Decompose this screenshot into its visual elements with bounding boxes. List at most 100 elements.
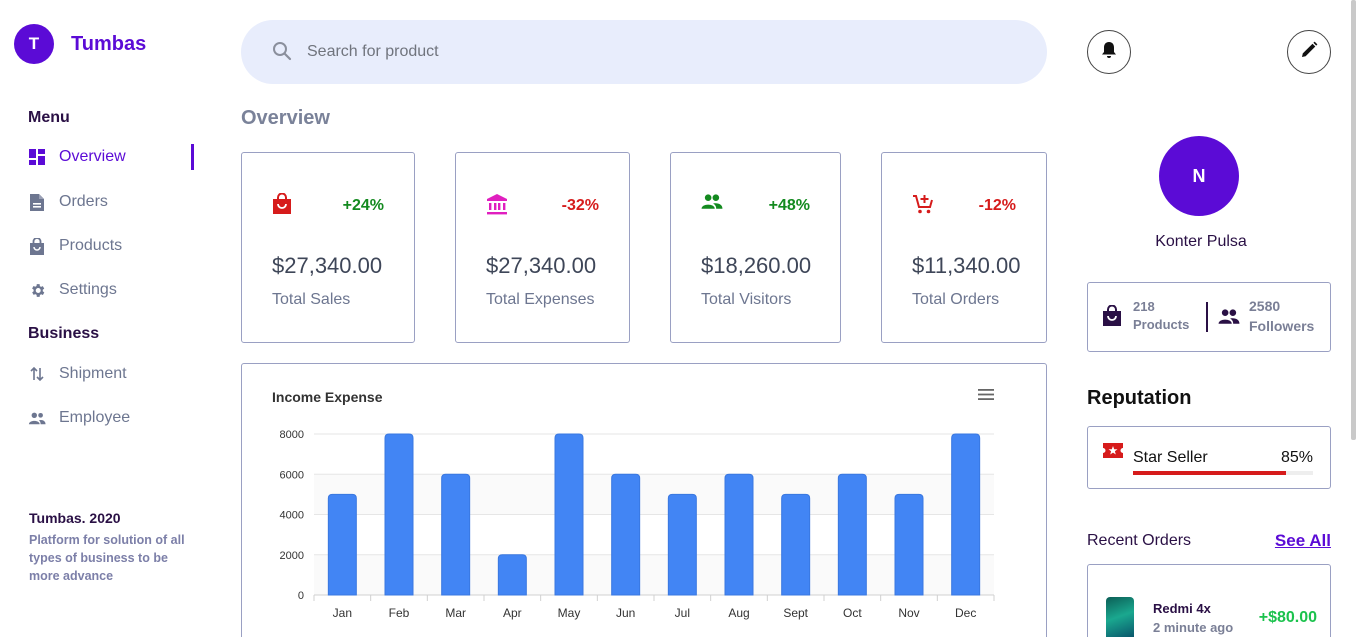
reputation-progress-bar: [1133, 471, 1313, 475]
bar-nov: [894, 493, 924, 596]
x-tick-label: Dec: [955, 606, 976, 620]
order-price: +$80.00: [1258, 609, 1317, 626]
sidebar-item-label: Employee: [59, 409, 131, 426]
followers-count: 2580: [1249, 298, 1281, 314]
y-tick-label: 0: [298, 590, 304, 602]
x-tick-label: May: [558, 606, 581, 620]
bar-jun: [611, 473, 641, 596]
people-icon: [701, 193, 725, 217]
x-tick-label: Jan: [333, 606, 352, 620]
x-tick-label: Aug: [728, 606, 749, 620]
products-label: Products: [1133, 317, 1190, 332]
x-tick-label: Jul: [675, 606, 690, 620]
grid-band: [314, 474, 994, 515]
change-badge: -32%: [561, 197, 599, 214]
profile-avatar[interactable]: N: [1159, 136, 1239, 216]
overview-title: Overview: [241, 107, 330, 129]
sidebar: T Tumbas Menu Overview Orders Products S…: [0, 0, 210, 637]
x-tick-label: Mar: [445, 606, 466, 620]
sidebar-item-products[interactable]: Products: [28, 233, 210, 259]
search-icon: [272, 41, 294, 63]
stat-value: $27,340.00: [486, 253, 597, 278]
order-time: 2 minute ago: [1153, 620, 1234, 635]
sidebar-item-employee[interactable]: Employee: [28, 405, 210, 431]
bar-may: [554, 433, 584, 596]
bar-apr: [497, 554, 527, 596]
y-tick-label: 8000: [280, 429, 304, 441]
bar-dec: [951, 433, 981, 596]
bank-icon: [486, 193, 510, 217]
stat-value: $27,340.00: [272, 253, 383, 278]
change-badge: +48%: [768, 197, 810, 214]
bar-aug: [724, 473, 754, 596]
bar-jan: [327, 493, 357, 596]
profile-stats: 218 Products 2580 Followers: [1087, 282, 1331, 352]
document-icon: [28, 193, 46, 211]
people-icon: [28, 409, 46, 427]
sidebar-item-settings[interactable]: Settings: [28, 277, 210, 303]
bar-feb: [384, 433, 414, 596]
sidebar-item-orders[interactable]: Orders: [28, 189, 210, 215]
x-tick-label: Apr: [503, 606, 522, 620]
income-expense-chart: Income Expense 0 2000 4000 6000 8000 Jan Feb Ma…: [241, 363, 1047, 637]
sidebar-item-overview[interactable]: Overview: [28, 144, 210, 170]
shopping-bag-icon: [272, 193, 296, 217]
bar-mar: [441, 473, 471, 596]
edit-button[interactable]: [1287, 30, 1331, 74]
bar-sept: [781, 493, 811, 596]
shopping-bag-icon: [28, 237, 46, 255]
x-tick-label: Jun: [616, 606, 635, 620]
reputation-label: Star Seller: [1133, 449, 1208, 466]
swap-vertical-icon: [28, 365, 46, 383]
reputation-card: Star Seller 85%: [1087, 426, 1331, 489]
stat-card-orders: -12% $11,340.00 Total Orders: [881, 152, 1047, 343]
stat-card-visitors: +48% $18,260.00 Total Visitors: [670, 152, 841, 343]
stats-divider: [1206, 302, 1208, 332]
sidebar-item-shipment[interactable]: Shipment: [28, 361, 210, 387]
followers-stat: 2580 Followers: [1218, 296, 1314, 336]
bar-oct: [837, 473, 867, 596]
stat-card-sales: +24% $27,340.00 Total Sales: [241, 152, 415, 343]
x-tick-label: Sept: [783, 606, 808, 620]
grid-band: [314, 554, 994, 595]
sidebar-item-label: Orders: [59, 193, 108, 210]
reputation-percent: 85%: [1280, 449, 1313, 466]
products-count: 218: [1133, 299, 1155, 314]
change-badge: -12%: [978, 197, 1016, 214]
footer-description: Platform for solution of all types of bu…: [29, 533, 185, 583]
followers-label: Followers: [1249, 318, 1315, 334]
sidebar-item-label: Settings: [59, 281, 117, 298]
brand-avatar: T: [14, 24, 54, 64]
reputation-progress-fill: [1133, 471, 1286, 475]
bar-jul: [667, 493, 697, 596]
brand[interactable]: T Tumbas: [14, 24, 146, 64]
cart-add-icon: [912, 193, 936, 217]
gear-icon: [28, 281, 46, 299]
business-heading: Business: [28, 325, 100, 342]
order-product-name: Redmi 4x: [1153, 601, 1211, 616]
change-badge: +24%: [342, 197, 384, 214]
people-icon: [1218, 308, 1240, 324]
list-item[interactable]: Redmi 4x 2 minute ago +$80.00: [1087, 564, 1331, 637]
y-tick-label: 6000: [280, 469, 304, 481]
see-all-link[interactable]: See All: [1275, 531, 1331, 551]
search-bar[interactable]: [241, 20, 1047, 84]
notifications-button[interactable]: [1087, 30, 1131, 74]
brand-name: Tumbas: [71, 32, 147, 55]
stat-card-expenses: -32% $27,340.00 Total Expenses: [455, 152, 630, 343]
stat-label: Total Expenses: [486, 291, 595, 308]
y-tick-label: 2000: [280, 550, 304, 562]
x-tick-label: Oct: [843, 606, 862, 620]
sidebar-item-label: Overview: [59, 148, 126, 165]
products-stat: 218 Products: [1102, 298, 1189, 334]
reputation-title: Reputation: [1087, 387, 1192, 409]
bell-icon: [1101, 41, 1117, 64]
scrollbar[interactable]: [1351, 0, 1356, 440]
stat-value: $11,340.00: [912, 253, 1021, 278]
profile-name: Konter Pulsa: [1155, 233, 1247, 250]
bar-chart-plot: 0 2000 4000 6000 8000 Jan Feb Mar Apr May Jun Jul Au…: [280, 429, 995, 620]
search-input[interactable]: [307, 43, 907, 61]
x-tick-label: Nov: [898, 606, 919, 620]
y-tick-label: 4000: [280, 510, 304, 522]
stat-label: Total Sales: [272, 291, 351, 308]
